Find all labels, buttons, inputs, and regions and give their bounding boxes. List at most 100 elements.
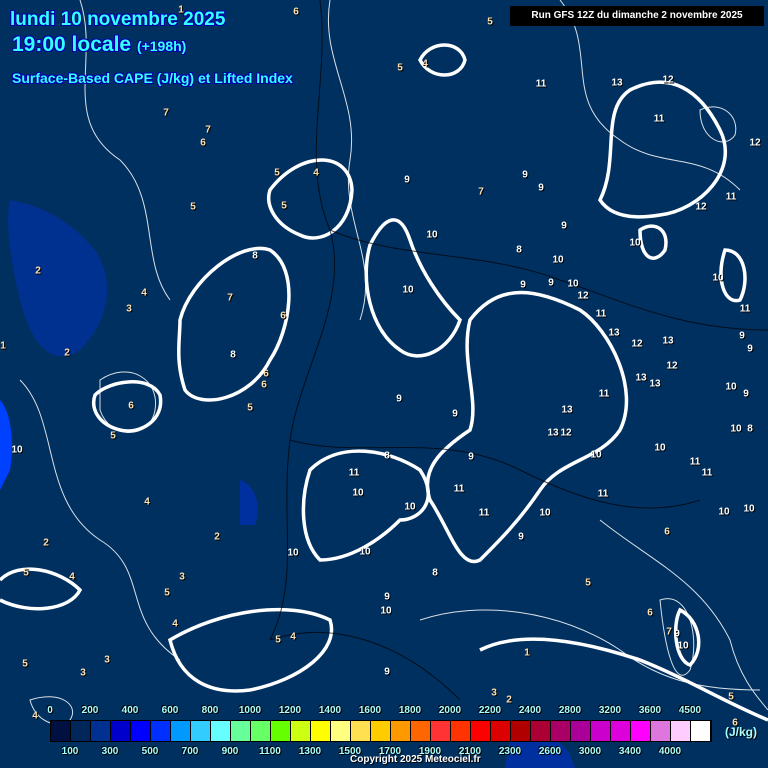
forecast-offset: (+198h) (136, 38, 187, 54)
legend-swatch (591, 721, 611, 741)
legend-label: 3200 (598, 705, 622, 716)
contour-label: 9 (452, 408, 458, 420)
contour-label: 8 (432, 567, 438, 579)
contour-label: 4 (313, 167, 319, 179)
legend-unit: (J/kg) (725, 725, 758, 739)
contour-label: 9 (518, 531, 524, 543)
legend-label: 1100 (259, 746, 281, 757)
contour-label: 10 (677, 640, 689, 652)
forecast-time: 19:00 locale (+198h) (12, 33, 186, 57)
contour-label: 5 (110, 430, 116, 442)
contour-label: 13 (662, 335, 674, 347)
legend-swatch (151, 721, 171, 741)
contour-label: 5 (281, 200, 287, 212)
legend-label: 900 (221, 746, 239, 757)
legend-swatch (171, 721, 191, 741)
contour-label: 9 (384, 591, 390, 603)
contour-label: 11 (478, 507, 490, 519)
contour-label: 10 (539, 507, 551, 519)
contour-label: 13 (635, 372, 647, 384)
contour-label: 4 (422, 58, 428, 70)
legend-label: 200 (81, 705, 99, 716)
legend-swatch (111, 721, 131, 741)
legend-swatch (551, 721, 571, 741)
contour-label: 12 (666, 360, 678, 372)
contour-label: 7 (163, 107, 169, 119)
contour-label: 5 (397, 62, 403, 74)
contour-label: 2 (214, 531, 220, 543)
contour-label: 6 (261, 379, 267, 391)
legend-swatch (431, 721, 451, 741)
contour-label: 13 (608, 327, 620, 339)
legend-swatch (231, 721, 251, 741)
contour-label: 3 (104, 654, 110, 666)
legend-label: 3400 (618, 746, 642, 757)
contour-label: 11 (597, 488, 609, 500)
legend-swatch (671, 721, 691, 741)
legend-label: 4500 (678, 705, 702, 716)
legend-label: 1400 (318, 705, 342, 716)
contour-label: 11 (653, 113, 665, 125)
contour-label: 10 (11, 444, 23, 456)
legend-swatch (191, 721, 211, 741)
contour-label: 11 (739, 303, 751, 315)
contour-label: 11 (453, 483, 465, 495)
legend-swatch (611, 721, 631, 741)
legend-label: 300 (101, 746, 119, 757)
contour-label: 2 (506, 694, 512, 706)
contour-label: 2 (35, 265, 41, 277)
legend-swatch (511, 721, 531, 741)
contour-label: 9 (404, 174, 410, 186)
contour-label: 9 (396, 393, 402, 405)
contour-label: 10 (712, 272, 724, 284)
legend-label: 1200 (278, 705, 302, 716)
contour-label: 9 (538, 182, 544, 194)
contour-label: 2 (64, 347, 70, 359)
legend-label: 2200 (478, 705, 502, 716)
contour-label: 9 (747, 343, 753, 355)
contour-label: 7 (205, 124, 211, 136)
contour-label: 4 (144, 496, 150, 508)
legend-label: 3000 (578, 746, 602, 757)
contour-label: 10 (404, 501, 416, 513)
legend-label: 3600 (638, 705, 662, 716)
contour-label: 10 (426, 229, 438, 241)
contour-label: 11 (725, 191, 737, 203)
legend-swatch (351, 721, 371, 741)
contour-label: 4 (141, 287, 147, 299)
contour-label: 2 (43, 537, 49, 549)
legend-label: 2400 (518, 705, 542, 716)
contour-label: 10 (287, 547, 299, 559)
legend-swatch (391, 721, 411, 741)
contour-label: 5 (487, 16, 493, 28)
contour-label: 10 (380, 605, 392, 617)
legend-swatch (251, 721, 271, 741)
contour-label: 10 (359, 546, 371, 558)
contour-label: 7 (666, 626, 672, 638)
legend-swatch (71, 721, 91, 741)
contour-label: 12 (695, 201, 707, 213)
legend-label: 0 (47, 705, 53, 716)
contour-label: 9 (384, 666, 390, 678)
legend-label: 600 (161, 705, 179, 716)
legend-label: 700 (181, 746, 199, 757)
contour-label: 1 (524, 647, 530, 659)
contour-label: 5 (585, 577, 591, 589)
contour-label: 4 (32, 710, 38, 722)
contour-label: 10 (718, 506, 730, 518)
contour-label: 9 (522, 169, 528, 181)
contour-label: 6 (280, 310, 286, 322)
copyright: Copyright 2025 Meteociel.fr (350, 754, 481, 765)
contour-label: 10 (725, 381, 737, 393)
contour-label: 1 (0, 340, 6, 352)
legend-label: 4000 (658, 746, 682, 757)
legend-swatch (291, 721, 311, 741)
legend-label: 1600 (358, 705, 382, 716)
contour-label: 5 (247, 402, 253, 414)
color-legend (50, 720, 712, 742)
contour-label: 9 (739, 330, 745, 342)
contour-label: 10 (567, 278, 579, 290)
contour-label: 4 (172, 618, 178, 630)
contour-label: 5 (22, 658, 28, 670)
contour-label: 10 (590, 449, 602, 461)
